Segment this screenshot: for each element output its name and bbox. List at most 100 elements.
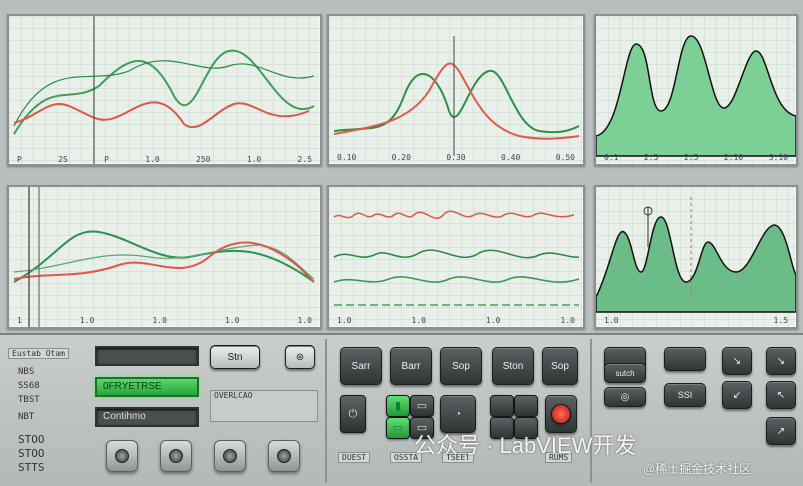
chart-6-plot — [596, 187, 796, 327]
status-field[interactable] — [95, 346, 199, 366]
sop2-label: Sop — [551, 360, 569, 372]
overlay-label: OVERLCAO — [214, 391, 253, 400]
rotary-knob[interactable] — [160, 440, 192, 472]
waveform-chart-5: 1.0 1.0 1.0 1.0 — [327, 185, 585, 329]
tick: 0.50 — [555, 153, 575, 162]
chart-5-plot — [329, 187, 583, 327]
stop-label: Ston — [502, 360, 524, 372]
rotary-knob[interactable] — [268, 440, 300, 472]
tick: 1.0 — [337, 316, 352, 325]
sop-label: Sop — [452, 360, 470, 372]
chart-4-ticks: 1 1.0 1.0 1.0 1.0 — [17, 316, 312, 325]
toggle-icon-button[interactable]: ⊛ — [285, 345, 315, 369]
grey-button[interactable]: ▭ — [410, 395, 434, 417]
cycle-icon: ◎ — [620, 391, 630, 403]
ssi-label: SSI — [677, 390, 693, 400]
arrow-button[interactable]: ↙ — [722, 381, 752, 409]
label-box: Eustab Otam — [8, 348, 69, 359]
divider — [325, 339, 327, 483]
tick: 2S — [58, 155, 68, 164]
label-text: Eustab Otam — [12, 349, 65, 358]
chart-3-plot — [596, 16, 796, 164]
waveform-chart-4: 1 1.0 1.0 1.0 1.0 — [7, 185, 322, 329]
bottom-tag: DUEST — [338, 452, 371, 463]
running-indicator[interactable]: 0FRYETRSE — [95, 377, 199, 397]
tick: 1.0 — [224, 316, 240, 325]
arrow-icon: ↖ — [776, 389, 786, 401]
overlay-box: OVERLCAO — [210, 390, 318, 422]
arrow-icon: ↙ — [732, 389, 742, 401]
chart-5-ticks: 1.0 1.0 1.0 1.0 — [337, 316, 575, 325]
stop-button[interactable]: Ston — [492, 347, 534, 385]
stn-button[interactable]: Stn — [210, 345, 260, 369]
power-button[interactable]: ⏻ — [340, 395, 366, 433]
tick: 0.1 — [604, 153, 619, 162]
ssi-button[interactable]: SSI — [664, 383, 706, 407]
chart-4-plot — [9, 187, 320, 327]
label: STTS — [18, 461, 45, 474]
tick: 3.10 — [768, 153, 788, 162]
tick: P — [17, 155, 22, 164]
tick: 0.30 — [446, 153, 466, 162]
sop-button[interactable]: Sop — [440, 347, 482, 385]
chart-1-plot — [9, 16, 320, 164]
green-button[interactable]: ▭ — [386, 417, 410, 439]
pause-icon: ▭ — [392, 422, 404, 434]
tick: 1.0 — [560, 316, 575, 325]
barr-button[interactable]: Barr — [390, 347, 432, 385]
square-icon: ▭ — [416, 400, 428, 412]
tag-text: DUEST — [342, 453, 367, 462]
tick: 1.0 — [486, 316, 501, 325]
green-button[interactable]: ▮ — [386, 395, 410, 417]
small-button[interactable] — [514, 395, 538, 417]
watermark-text: 公众号 · LabVIEW开发 — [414, 433, 637, 458]
start-label: Sarr — [351, 360, 371, 372]
arrow-button[interactable]: ↘ — [766, 347, 796, 375]
waveform-chart-6: 1.0 1.5 — [594, 185, 798, 329]
emergency-light-icon — [551, 404, 571, 424]
small-panel-button[interactable] — [664, 347, 706, 371]
watermark: 公众号 · LabVIEW开发 — [414, 428, 636, 460]
label: STOO — [18, 447, 45, 460]
tick: 1.0 — [411, 316, 426, 325]
chart-3-ticks: 0.1 2.5 2.5 2.10 3.10 — [604, 153, 788, 162]
watermark-subtext: @稀土掘金技术社区 — [643, 462, 752, 476]
chart-2-plot — [329, 16, 583, 164]
rotary-knob[interactable] — [106, 440, 138, 472]
waveform-chart-2: 0.10 0.20 0.30 0.40 0.50 — [327, 14, 585, 166]
start-button[interactable]: Sarr — [340, 347, 382, 385]
sop2-button[interactable]: Sop — [542, 347, 578, 385]
barr-label: Barr — [401, 360, 421, 372]
power-icon: ⏻ — [348, 408, 358, 420]
rotary-knob[interactable] — [214, 440, 246, 472]
arrow-button[interactable]: ↘ — [722, 347, 752, 375]
arrow-icon: ↗ — [776, 425, 786, 437]
stn-label: Stn — [227, 351, 243, 363]
tick: 1.5 — [773, 316, 788, 325]
waveform-chart-1: P 2S P 1.0 250 1.0 2.5 — [7, 14, 322, 166]
tick: 2.5 — [297, 155, 312, 164]
arrow-button[interactable]: ↖ — [766, 381, 796, 409]
cycle-button[interactable]: ◎ — [604, 387, 646, 407]
sutch-button[interactable]: sutch — [604, 363, 646, 383]
tick: 2.10 — [723, 153, 744, 162]
tick: 1.0 — [145, 155, 160, 164]
divider — [590, 339, 592, 483]
tick: 1.0 — [79, 316, 95, 325]
condition-field[interactable]: Contihmo — [95, 407, 199, 427]
chart-1-ticks: P 2S P 1.0 250 1.0 2.5 — [17, 155, 312, 164]
dial-icon: ◔ — [454, 408, 462, 420]
tick: 1.0 — [297, 316, 312, 325]
small-button[interactable] — [490, 395, 514, 417]
tick: P — [104, 155, 109, 164]
tick: 0.10 — [337, 153, 357, 162]
tick: 1.0 — [152, 316, 167, 325]
watermark-sub: @稀土掘金技术社区 — [643, 460, 751, 477]
tick: 0.20 — [391, 153, 411, 162]
label: NBT — [18, 412, 35, 422]
arrow-icon: ↘ — [732, 355, 742, 367]
tick: 0.40 — [501, 153, 521, 162]
arrow-button[interactable]: ↗ — [766, 417, 796, 445]
sutch-label: sutch — [615, 368, 635, 378]
toggle-icon: ⊛ — [295, 351, 305, 363]
